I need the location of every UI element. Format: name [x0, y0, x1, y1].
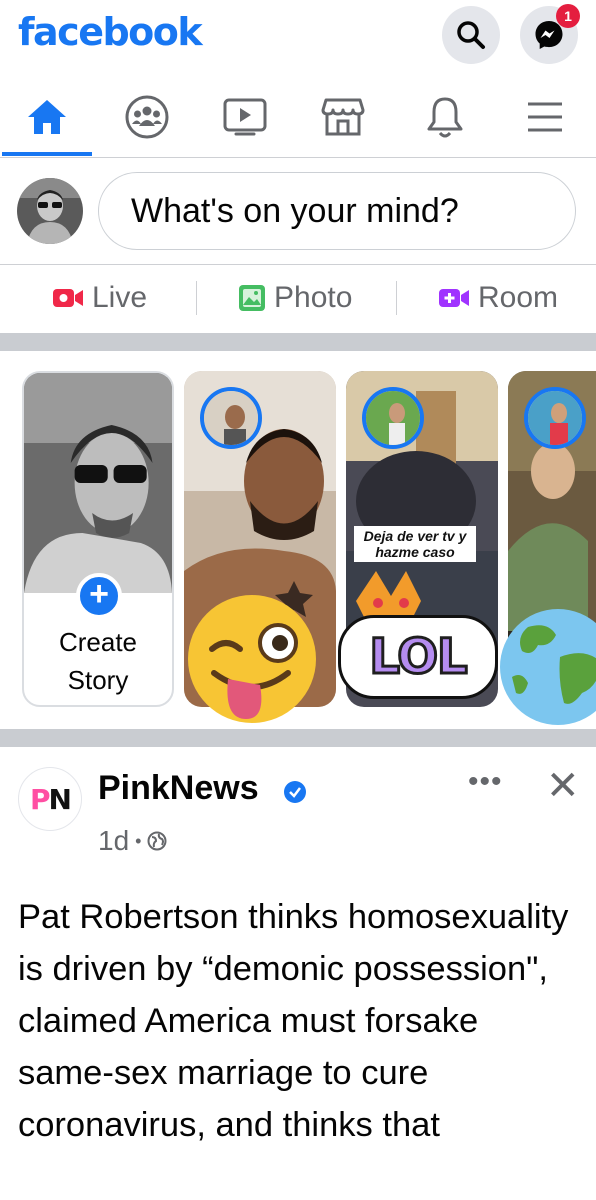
search-icon [457, 21, 485, 49]
tab-notifications[interactable] [400, 78, 490, 156]
home-icon [28, 100, 66, 134]
room-label: Room [478, 281, 559, 314]
bell-icon [427, 97, 463, 138]
search-button[interactable] [442, 6, 500, 64]
story-avatar [362, 387, 424, 449]
whats-on-your-mind-input[interactable]: What's on your mind? [98, 172, 576, 250]
page-name[interactable]: PinkNews [98, 769, 259, 808]
globe-icon [147, 831, 167, 851]
section-separator [0, 729, 596, 747]
action-divider [196, 281, 197, 315]
post-meta: 1d • [98, 825, 167, 857]
top-bar: facebook 1 [0, 0, 596, 70]
close-post-button[interactable]: ✕ [546, 763, 580, 809]
video-icon [223, 98, 267, 136]
meta-separator: • [135, 830, 142, 851]
photo-button[interactable]: Photo [238, 265, 352, 331]
create-story-label: Create Story [58, 627, 138, 695]
composer-actions: Live Photo Room [0, 265, 596, 331]
section-separator [0, 333, 596, 351]
marketplace-icon [321, 98, 365, 136]
active-tab-indicator [2, 152, 92, 156]
facebook-logo[interactable]: facebook [18, 10, 203, 54]
create-story-card[interactable]: + Create Story [22, 371, 174, 707]
menu-icon [528, 102, 562, 132]
avatar[interactable] [17, 178, 83, 244]
add-story-button[interactable]: + [76, 573, 122, 619]
post-text: Pat Robertson thinks homosexuality is dr… [18, 898, 569, 1144]
verified-icon [284, 781, 306, 803]
photo-icon [239, 285, 265, 311]
tab-menu[interactable] [500, 78, 590, 156]
live-label: Live [92, 281, 148, 314]
nav-bar [0, 78, 596, 158]
live-video-icon [53, 289, 83, 307]
action-divider [396, 281, 397, 315]
messenger-badge: 1 [556, 4, 580, 28]
room-button[interactable]: Room [438, 265, 558, 331]
groups-icon [125, 95, 169, 139]
feed-post: PN PinkNews 1d • ••• ✕ Pat Robertson thi… [0, 747, 596, 1200]
composer: What's on your mind? [0, 160, 596, 265]
more-options-button[interactable]: ••• [468, 765, 503, 799]
tab-home[interactable] [2, 78, 92, 156]
globe-emoji [500, 609, 596, 725]
post-time[interactable]: 1d [98, 825, 129, 857]
page-logo: PN [30, 782, 72, 816]
create-story-photo [24, 373, 172, 593]
story-avatar [524, 387, 586, 449]
live-button[interactable]: Live [52, 265, 147, 331]
room-video-icon [439, 289, 469, 307]
stories-tray: + Create Story Deja de ver tv y hazme ca… [0, 351, 596, 729]
tab-marketplace[interactable] [298, 78, 388, 156]
lol-sticker: LOL [338, 615, 498, 699]
story-avatar [200, 387, 262, 449]
photo-label: Photo [274, 281, 353, 314]
wink-tongue-emoji [188, 595, 316, 723]
page-avatar[interactable]: PN [18, 767, 82, 831]
tab-groups[interactable] [102, 78, 192, 156]
story-sticker-caption: Deja de ver tv y hazme caso [354, 526, 476, 562]
tab-watch[interactable] [200, 78, 290, 156]
messenger-button[interactable]: 1 [520, 4, 580, 64]
